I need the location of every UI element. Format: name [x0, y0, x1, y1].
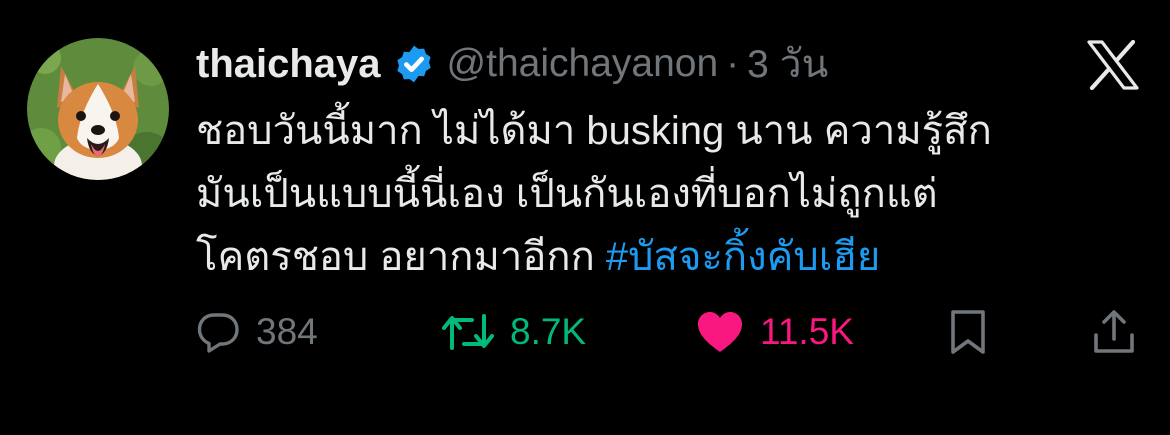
tweet-timestamp[interactable]: 3 วัน [747, 33, 828, 95]
tweet-text: ชอบวันนี้มาก ไม่ได้มา busking นาน ความรู… [196, 100, 1146, 289]
hashtag-link[interactable]: #บัสจะกิ้งคับเฮีย [606, 235, 880, 279]
verified-badge-icon [396, 45, 431, 83]
author-handle[interactable]: @thaichayanon [447, 42, 719, 86]
retweet-icon [442, 314, 494, 350]
author-display-name[interactable]: thaichaya [196, 42, 381, 87]
reply-count: 384 [256, 311, 318, 352]
tweet-text-line: มันเป็นแบบนี้นี่เอง เป็นกันเองที่บอกไม่ถ… [196, 172, 938, 216]
tweet-text-line: ชอบวันนี้มาก ไม่ได้มา busking นาน ความรู… [196, 109, 992, 153]
tweet-header: thaichaya @thaichayanon · 3 วัน [196, 34, 828, 94]
share-icon [1094, 310, 1134, 353]
retweet-button[interactable]: 8.7K [442, 300, 586, 364]
tweet-actions: 384 8.7K 11.5K [196, 300, 1146, 364]
bookmark-button[interactable] [948, 300, 988, 364]
like-button[interactable]: 11.5K [696, 300, 854, 364]
separator-dot: · [726, 42, 740, 85]
reply-icon [197, 313, 239, 353]
tweet-text-segment: โคตรชอบ อยากมาอีกก [196, 235, 606, 279]
avatar[interactable] [27, 38, 169, 180]
bookmark-icon [951, 310, 985, 354]
retweet-count: 8.7K [510, 311, 587, 352]
heart-icon [698, 312, 742, 352]
x-logo-icon[interactable] [1086, 40, 1140, 90]
tweet-text-line: โคตรชอบ อยากมาอีกก #บัสจะกิ้งคับเฮีย [196, 226, 1146, 289]
reply-button[interactable]: 384 [196, 300, 318, 364]
like-count: 11.5K [760, 311, 854, 352]
share-button[interactable] [1092, 300, 1136, 364]
corgi-avatar-image [27, 38, 169, 180]
